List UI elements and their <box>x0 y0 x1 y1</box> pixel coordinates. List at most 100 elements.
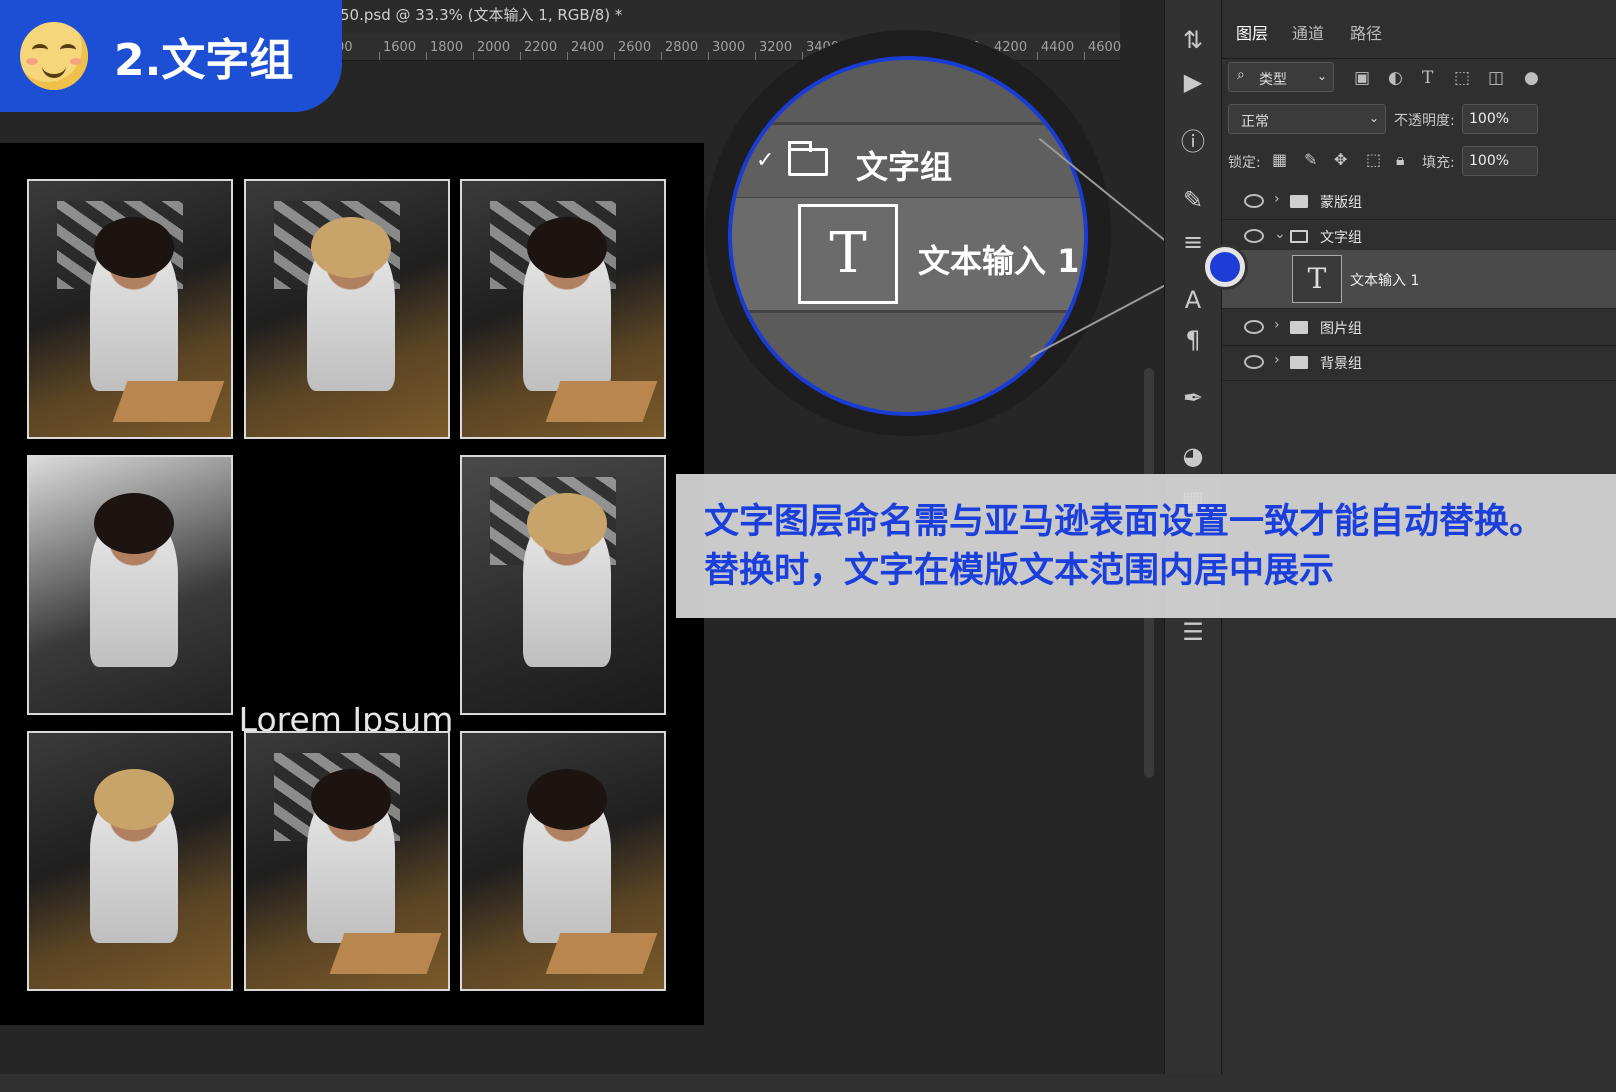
lock-transparent-icon[interactable]: ▦ <box>1272 150 1287 169</box>
folder-icon <box>1290 321 1308 334</box>
smart-object-filter-icon[interactable]: ◫ <box>1488 68 1504 88</box>
filter-label: 类型 <box>1259 72 1287 88</box>
tab-divider <box>1222 58 1616 59</box>
magnified-layer-label: 文本输入 1 <box>918 242 1080 280</box>
mouth <box>42 62 66 78</box>
search-icon: ⌕ <box>1237 67 1245 83</box>
filter-toggle-icon[interactable]: ● <box>1524 68 1539 88</box>
ruler-tick-label: 2800 <box>665 40 699 55</box>
explanation-line-2: 替换时，文字在模版文本范围内居中展示 <box>704 551 1335 591</box>
layer-label: 文字组 <box>1320 230 1362 246</box>
photo-2 <box>244 179 450 439</box>
document-canvas[interactable]: Lorem Ipsum <box>0 143 704 1025</box>
chevron-right-icon[interactable]: › <box>1274 317 1280 333</box>
opacity-label: 不透明度: <box>1394 113 1455 129</box>
visibility-eye-icon[interactable] <box>1244 355 1264 369</box>
type-t-icon: T <box>829 221 867 286</box>
adjustment-filter-icon[interactable]: ◐ <box>1388 68 1403 88</box>
photo-3 <box>460 179 666 439</box>
chevron-down-icon[interactable]: ⌄ <box>1274 226 1286 242</box>
blend-mode-select[interactable]: 正常 ⌄ <box>1228 104 1386 134</box>
smiling-face-icon <box>20 22 88 90</box>
photo-6 <box>460 455 666 715</box>
ruler-tick-mark <box>614 52 615 60</box>
shape-filter-icon[interactable]: ⬚ <box>1454 68 1470 88</box>
photo-4 <box>27 455 233 715</box>
layer-label: 图片组 <box>1320 321 1362 337</box>
ruler-tick-mark <box>661 52 662 60</box>
play-icon[interactable]: ▶ <box>1177 66 1209 98</box>
opacity-input[interactable]: 100% <box>1462 104 1538 134</box>
layer-label: 背景组 <box>1320 356 1362 372</box>
lock-label: 锁定: <box>1228 155 1261 171</box>
visibility-eye-icon[interactable] <box>1244 229 1264 243</box>
palette-icon[interactable]: ◕ <box>1177 440 1209 472</box>
ruler-tick-mark <box>379 52 380 60</box>
visibility-eye-icon[interactable] <box>1244 320 1264 334</box>
lock-pixels-icon[interactable]: ✎ <box>1304 150 1317 169</box>
type-filter-icon[interactable]: T <box>1422 68 1433 88</box>
tab-paths[interactable]: 路径 <box>1350 20 1382 44</box>
brush-icon[interactable]: ✎ <box>1177 184 1209 216</box>
layer-label: 蒙版组 <box>1320 195 1362 211</box>
adjustments-icon[interactable]: ☰ <box>1177 616 1209 648</box>
lock-all-icon[interactable]: 🔒︎ <box>1396 150 1405 170</box>
layer-row-mask-group[interactable]: › 蒙版组 <box>1222 184 1616 220</box>
ruler-tick-label: 3200 <box>759 40 793 55</box>
step-badge: 2.文字组 <box>0 0 342 112</box>
ruler-tick-mark <box>708 52 709 60</box>
photo-1 <box>27 179 233 439</box>
ruler-tick-label: 1800 <box>430 40 464 55</box>
layer-label: 文本输入 1 <box>1350 273 1420 289</box>
character-icon[interactable]: A <box>1177 284 1209 316</box>
ruler-tick-mark <box>1084 52 1085 60</box>
image-filter-icon[interactable]: ▣ <box>1354 68 1370 88</box>
layer-row-image-group[interactable]: › 图片组 <box>1222 310 1616 346</box>
folder-icon <box>1290 195 1308 208</box>
ruler-tick-mark <box>755 52 756 60</box>
chevron-right-icon[interactable]: › <box>1274 352 1280 368</box>
visibility-eye-icon[interactable] <box>1244 194 1264 208</box>
layer-row-text-input[interactable]: T 文本输入 1 <box>1222 250 1616 309</box>
chevron-down-icon: ⌄ <box>1317 69 1328 83</box>
photo-8 <box>244 731 450 991</box>
pen-icon[interactable]: ✒ <box>1177 382 1209 414</box>
info-icon[interactable]: ⓘ <box>1177 126 1209 158</box>
ruler-tick-mark <box>473 52 474 60</box>
cheek-left <box>26 58 38 65</box>
chevron-right-icon[interactable]: › <box>1274 191 1280 207</box>
ruler-tick-label: 4600 <box>1088 40 1122 55</box>
ruler-tick-label: 4400 <box>1041 40 1075 55</box>
eye-right <box>60 44 76 56</box>
pointer-dot <box>1205 247 1245 287</box>
text-layer-thumbnail-icon: T <box>798 204 898 304</box>
layer-filter-select[interactable]: ⌕ 类型 ⌄ <box>1228 62 1334 92</box>
status-bar <box>0 1074 1310 1092</box>
folder-open-icon <box>1290 230 1308 243</box>
ruler-tick-label: 2000 <box>477 40 511 55</box>
tab-layers[interactable]: 图层 <box>1236 20 1268 44</box>
lock-position-icon[interactable]: ✥ <box>1334 150 1347 169</box>
history-icon[interactable]: ⇅ <box>1177 24 1209 56</box>
layer-row-bg-group[interactable]: › 背景组 <box>1222 345 1616 381</box>
ruler-tick-mark <box>426 52 427 60</box>
magnified-group-label: 文字组 <box>856 148 953 186</box>
fill-label: 填充: <box>1422 155 1455 171</box>
sliders-icon[interactable]: ≡ <box>1177 226 1209 258</box>
photo-7 <box>27 731 233 991</box>
folder-icon <box>788 141 828 176</box>
magnifier-callout: ✓ 文字组 T 文本输入 1 <box>728 56 1088 416</box>
step-title: 2.文字组 <box>114 35 294 86</box>
ruler-tick-label: 1600 <box>383 40 417 55</box>
tab-channels[interactable]: 通道 <box>1292 20 1324 44</box>
ruler-tick-label: 3000 <box>712 40 746 55</box>
lock-artboard-icon[interactable]: ⬚ <box>1366 150 1381 169</box>
document-tab-title[interactable]: 50.psd @ 33.3% (文本输入 1, RGB/8) * <box>340 4 622 25</box>
fill-value: 100% <box>1469 153 1510 169</box>
fill-input[interactable]: 100% <box>1462 146 1538 176</box>
paragraph-icon[interactable]: ¶ <box>1177 324 1209 356</box>
explanation-text: 文字图层命名需与亚马逊表面设置一致才能自动替换。 替换时，文字在模版文本范围内居… <box>704 498 1616 596</box>
chevron-down-icon: ⌄ <box>1369 111 1380 125</box>
explanation-line-1: 文字图层命名需与亚马逊表面设置一致才能自动替换。 <box>704 502 1545 542</box>
ruler-tick-label: 2600 <box>618 40 652 55</box>
